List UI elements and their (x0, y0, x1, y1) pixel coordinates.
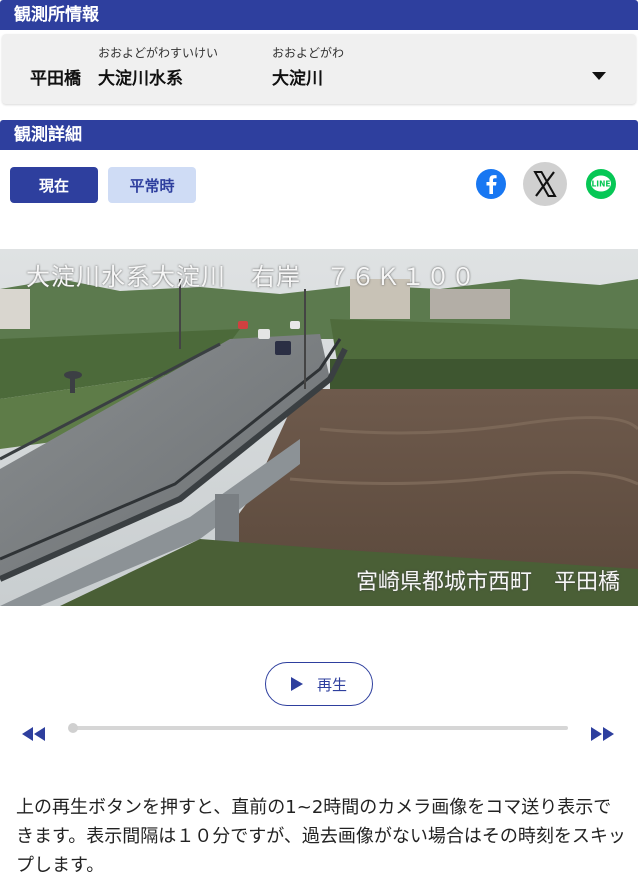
x-share-button[interactable] (523, 162, 567, 206)
chevron-down-icon[interactable] (592, 72, 606, 80)
rewind-icon (22, 727, 45, 741)
fast-forward-icon (591, 727, 614, 741)
normal-time-button[interactable]: 平常時 (108, 167, 196, 203)
fast-forward-button[interactable] (590, 726, 614, 745)
facebook-icon (476, 169, 506, 199)
play-label: 再生 (316, 675, 347, 694)
controls-row: 現在 平常時 LINE (0, 150, 638, 230)
svg-text:LINE: LINE (592, 180, 611, 189)
now-button[interactable]: 現在 (10, 167, 98, 203)
line-icon: LINE (586, 169, 616, 199)
river-name: 大淀川 (272, 69, 323, 89)
river-system-name: 大淀川水系 (98, 69, 183, 89)
rewind-button[interactable] (22, 726, 46, 745)
camera-caption-bottom: 宮崎県都城市西町 平田橋 (355, 570, 620, 595)
river-system-ruby: おおよどがわすいけい (98, 46, 219, 60)
station-name: 平田橋 (30, 69, 81, 89)
station-info-header: 観測所情報 (0, 0, 638, 30)
camera-scene (0, 249, 638, 606)
camera-caption-top: 大淀川水系大淀川 右岸 ７６Ｋ１００ (26, 263, 476, 291)
seek-slider[interactable] (68, 723, 568, 733)
seek-knob[interactable] (68, 723, 78, 733)
facebook-share-button[interactable] (469, 162, 513, 206)
play-button[interactable]: 再生 (265, 662, 373, 706)
play-icon (290, 677, 303, 691)
seek-row (0, 718, 638, 748)
river-camera-image: 大淀川水系大淀川 右岸 ７６Ｋ１００ 宮崎県都城市西町 平田橋 (0, 249, 638, 606)
river-ruby: おおよどがわ (272, 46, 345, 60)
observation-detail-header: 観測詳細 (0, 120, 638, 150)
playback-description: 上の再生ボタンを押すと、直前の1~2時間のカメラ画像をコマ送り表示できます。表示… (16, 797, 626, 876)
x-icon (523, 162, 567, 206)
station-selector[interactable]: 平田橋 おおよどがわすいけい 大淀川水系 おおよどがわ 大淀川 (2, 34, 636, 104)
line-share-button[interactable]: LINE (579, 162, 623, 206)
